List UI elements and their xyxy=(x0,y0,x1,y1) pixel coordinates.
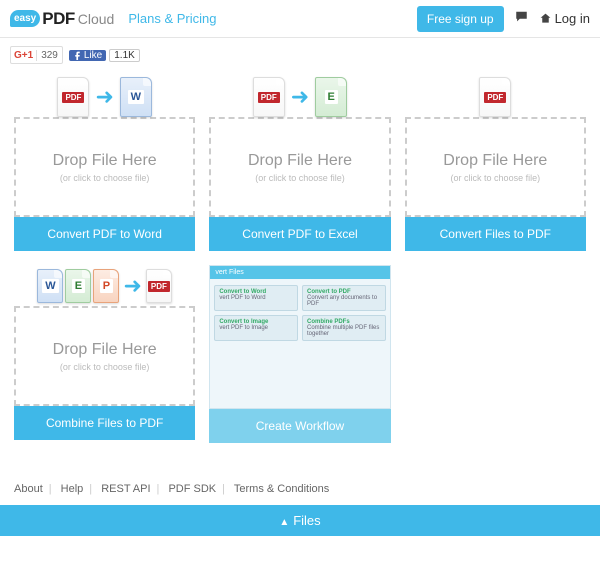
logo-pdf-text: PDF xyxy=(42,9,75,29)
google-plus-button[interactable]: G+1 329 xyxy=(10,46,63,64)
logo-cloud-text: Cloud xyxy=(78,11,115,27)
drop-title: Drop File Here xyxy=(443,152,547,170)
excel-icon: E xyxy=(65,269,91,303)
gplus-count: 329 xyxy=(36,50,62,61)
pdf-icon: PDF xyxy=(146,269,172,303)
chevron-up-icon: ▲ xyxy=(279,517,289,528)
logo[interactable]: easy PDF Cloud xyxy=(10,9,114,29)
facebook-like-button[interactable]: Like 1.1K xyxy=(69,46,140,64)
pdf-icon: PDF xyxy=(479,77,511,117)
card-hero: PDF ➜ E xyxy=(209,76,390,118)
convert-files-to-pdf-button[interactable]: Convert Files to PDF xyxy=(405,217,586,251)
arrow-icon: ➜ xyxy=(123,273,141,299)
card-pdf-to-word: PDF ➜ W Drop File Here (or click to choo… xyxy=(14,76,195,251)
create-workflow-button[interactable]: Create Workflow xyxy=(209,409,390,443)
workflow-thumb-box: Convert to Wordvert PDF to Word xyxy=(214,285,298,311)
drop-zone[interactable]: Drop File Here (or click to choose file) xyxy=(14,306,195,406)
footer-link-rest-api[interactable]: REST API xyxy=(101,483,150,495)
login-link[interactable]: Log in xyxy=(539,11,590,26)
pdf-icon: PDF xyxy=(57,77,89,117)
nav-plans-pricing[interactable]: Plans & Pricing xyxy=(128,11,216,26)
drop-title: Drop File Here xyxy=(53,341,157,359)
ppt-icon: P xyxy=(93,269,119,303)
drop-subtitle: (or click to choose file) xyxy=(451,173,541,183)
drop-subtitle: (or click to choose file) xyxy=(255,173,345,183)
files-bar[interactable]: ▲ Files xyxy=(0,505,600,536)
drop-zone[interactable]: Drop File Here (or click to choose file) xyxy=(209,117,390,217)
footer-link-terms[interactable]: Terms & Conditions xyxy=(234,483,329,495)
chat-icon[interactable] xyxy=(514,10,529,27)
social-bar: G+1 329 Like 1.1K xyxy=(0,38,600,72)
fb-like-label: Like xyxy=(84,50,102,61)
footer-link-pdf-sdk[interactable]: PDF SDK xyxy=(168,483,216,495)
workflow-thumb-box: Convert to PDFConvert any documents to P… xyxy=(302,285,386,311)
workflow-thumb-header: vert Files xyxy=(210,266,389,279)
footer-link-about[interactable]: About xyxy=(14,483,43,495)
convert-pdf-to-excel-button[interactable]: Convert PDF to Excel xyxy=(209,217,390,251)
drop-zone[interactable]: Drop File Here (or click to choose file) xyxy=(405,117,586,217)
card-hero: W E P ➜ PDF xyxy=(14,265,195,307)
home-icon xyxy=(539,12,552,25)
footer-links: About| Help| REST API| PDF SDK| Terms & … xyxy=(0,473,600,505)
workflow-thumb-box: Combine PDFsCombine multiple PDF files t… xyxy=(302,315,386,341)
card-create-workflow: vert Files Convert to Wordvert PDF to Wo… xyxy=(209,265,390,443)
fb-like-count: 1.1K xyxy=(109,49,140,62)
arrow-icon: ➜ xyxy=(95,84,113,110)
convert-pdf-to-word-button[interactable]: Convert PDF to Word xyxy=(14,217,195,251)
files-bar-label: Files xyxy=(293,513,320,528)
excel-icon: E xyxy=(315,77,347,117)
header-right: Free sign up Log in xyxy=(417,6,590,32)
card-combine-to-pdf: W E P ➜ PDF Drop File Here (or click to … xyxy=(14,265,195,443)
drop-title: Drop File Here xyxy=(248,152,352,170)
header: easy PDF Cloud Plans & Pricing Free sign… xyxy=(0,0,600,38)
gplus-icon: G+1 xyxy=(11,50,36,61)
arrow-icon: ➜ xyxy=(291,84,309,110)
word-icon: W xyxy=(37,269,63,303)
empty-cell xyxy=(405,265,586,443)
drop-subtitle: (or click to choose file) xyxy=(60,173,150,183)
logo-easy-badge: easy xyxy=(10,10,40,27)
fb-like-icon: Like xyxy=(69,50,106,61)
card-files-to-pdf: PDF Drop File Here (or click to choose f… xyxy=(405,76,586,251)
cards-grid: PDF ➜ W Drop File Here (or click to choo… xyxy=(0,72,600,473)
workflow-thumb-box: Convert to Imagevert PDF to Image xyxy=(214,315,298,341)
pdf-icon: PDF xyxy=(253,77,285,117)
drop-subtitle: (or click to choose file) xyxy=(60,362,150,372)
login-label: Log in xyxy=(555,11,590,26)
card-hero: PDF ➜ W xyxy=(14,76,195,118)
word-icon: W xyxy=(120,77,152,117)
footer-link-help[interactable]: Help xyxy=(61,483,84,495)
combine-files-to-pdf-button[interactable]: Combine Files to PDF xyxy=(14,406,195,440)
drop-zone[interactable]: Drop File Here (or click to choose file) xyxy=(14,117,195,217)
card-hero: PDF xyxy=(405,76,586,118)
card-pdf-to-excel: PDF ➜ E Drop File Here (or click to choo… xyxy=(209,76,390,251)
workflow-thumbnail[interactable]: vert Files Convert to Wordvert PDF to Wo… xyxy=(209,265,390,409)
drop-title: Drop File Here xyxy=(53,152,157,170)
signup-button[interactable]: Free sign up xyxy=(417,6,504,32)
